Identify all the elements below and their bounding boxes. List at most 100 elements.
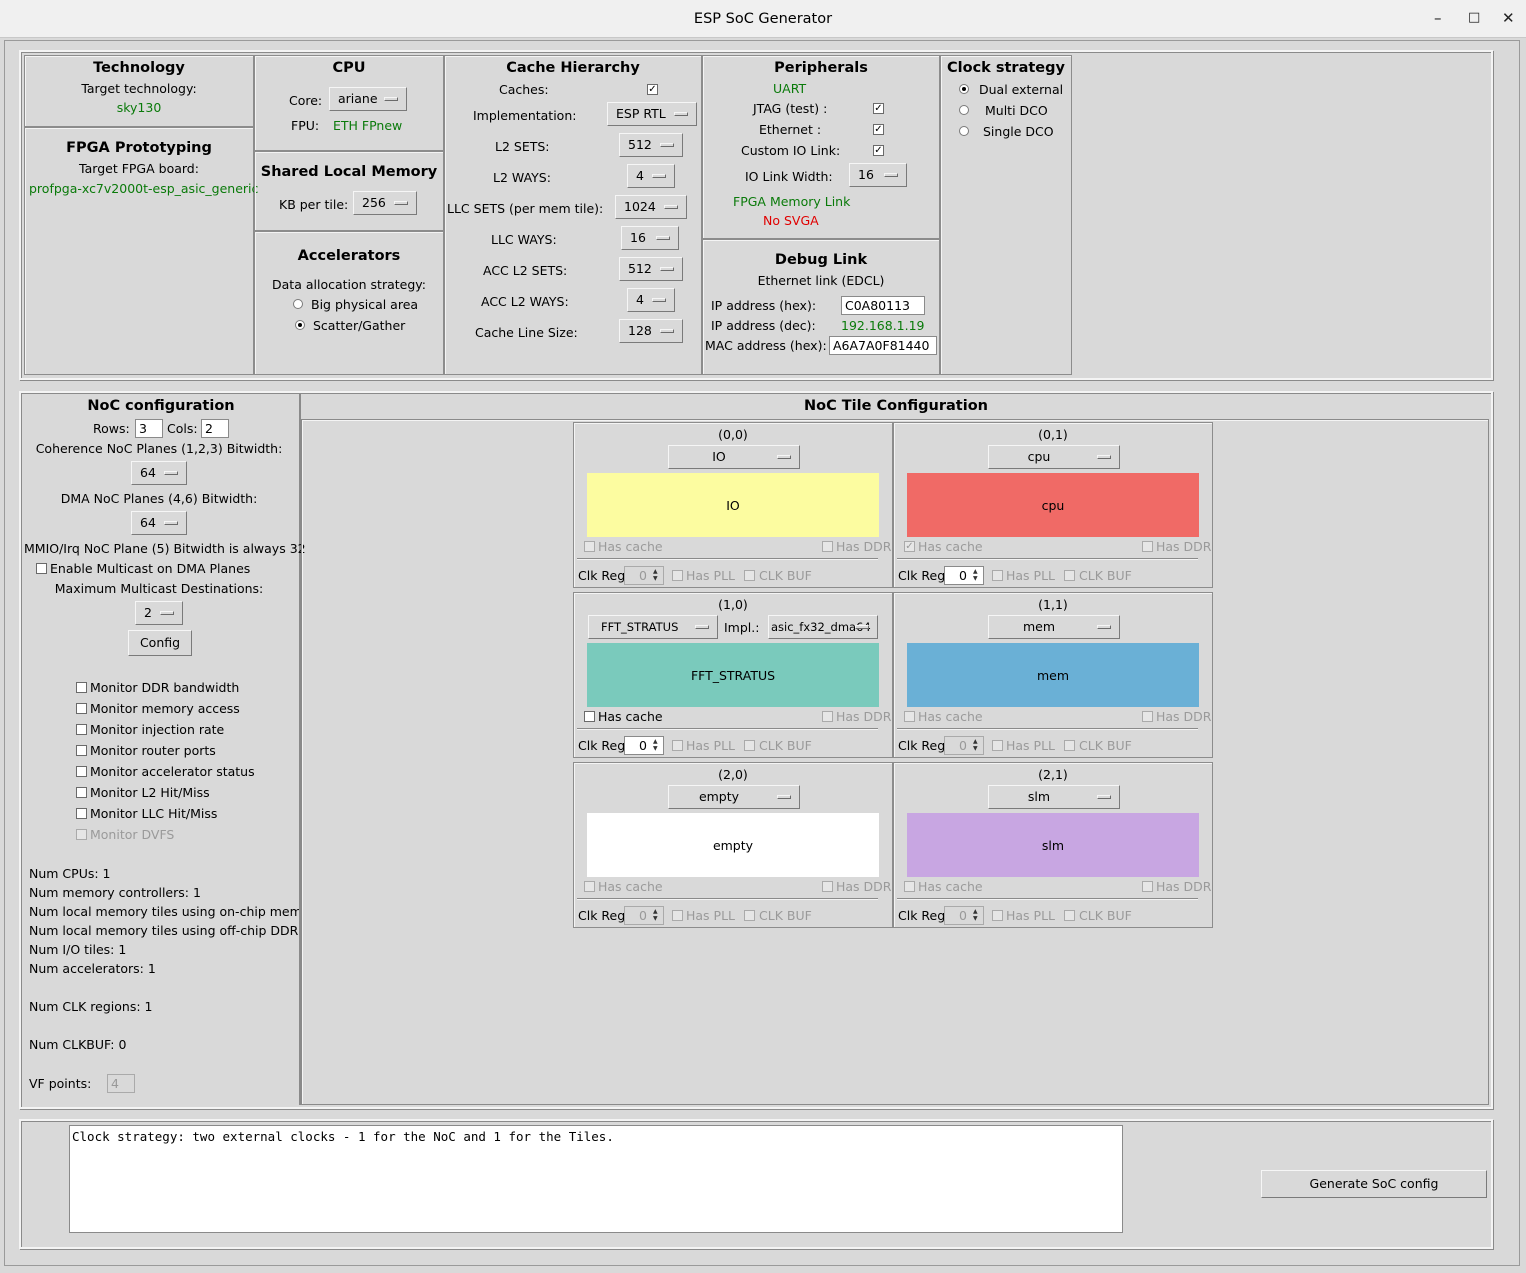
monitor-memory-checkbox[interactable]: [76, 703, 87, 714]
coherence-bitwidth-value: 64: [140, 465, 156, 480]
dropdown-indicator-icon: [660, 143, 674, 147]
single-dco-radio[interactable]: [959, 126, 969, 136]
caches-checkbox[interactable]: ✓: [647, 84, 658, 95]
num-io-tiles: Num I/O tiles: 1: [29, 942, 127, 957]
has-cache-checkbox[interactable]: [584, 711, 595, 722]
has-ddr-label: Has DDR: [836, 879, 892, 894]
has-pll-checkbox: [672, 570, 683, 581]
clk-reg-label: Clk Reg: [578, 908, 626, 923]
ip-dec-value: 192.168.1.19: [841, 318, 925, 333]
has-pll-checkbox: [992, 570, 1003, 581]
tile-separator: [577, 898, 878, 900]
window-title: ESP SoC Generator: [693, 10, 833, 27]
single-dco-label: Single DCO: [983, 124, 1054, 139]
tile-type-dropdown[interactable]: slm: [988, 785, 1120, 809]
l2-sets-dropdown[interactable]: 512: [619, 133, 683, 157]
implementation-dropdown[interactable]: ESP RTL: [607, 102, 697, 126]
dropdown-indicator-icon: [384, 97, 398, 101]
dropdown-indicator-icon: [394, 201, 408, 205]
monitor-ddr-checkbox[interactable]: [76, 682, 87, 693]
maximize-icon[interactable]: □: [1468, 10, 1480, 25]
cols-input[interactable]: 2: [201, 419, 229, 438]
acc-l2-ways-dropdown[interactable]: 4: [627, 288, 675, 312]
kb-per-tile-dropdown[interactable]: 256: [353, 191, 417, 215]
enable-multicast-checkbox[interactable]: [36, 563, 47, 574]
clk-reg-label: Clk Reg: [898, 568, 946, 583]
llc-sets-label: LLC SETS (per mem tile):: [447, 201, 604, 216]
tile-coord: (2,0): [718, 767, 748, 782]
jtag-checkbox[interactable]: ✓: [873, 103, 884, 114]
accelerators-title: Accelerators: [297, 248, 401, 264]
acc-l2-sets-dropdown[interactable]: 512: [619, 257, 683, 281]
monitor-accelerator-label: Monitor accelerator status: [90, 764, 255, 779]
dropdown-indicator-icon: [695, 625, 709, 629]
clk-reg-spinner[interactable]: 0 ▲ ▼: [624, 736, 664, 755]
dropdown-indicator-icon: [160, 611, 174, 615]
dropdown-indicator-icon: [1097, 625, 1111, 629]
config-button[interactable]: Config: [128, 630, 192, 656]
tile-type-value: empty: [698, 789, 740, 804]
spinner-arrows-icon[interactable]: ▲ ▼: [973, 568, 982, 582]
big-physical-area-radio[interactable]: [293, 299, 303, 309]
io-link-width-dropdown[interactable]: 16: [849, 163, 907, 187]
target-technology-label: Target technology:: [81, 81, 197, 96]
llc-ways-dropdown[interactable]: 16: [621, 226, 679, 250]
num-mem-controllers: Num memory controllers: 1: [29, 885, 201, 900]
log-textarea[interactable]: Clock strategy: two external clocks - 1 …: [69, 1125, 1123, 1233]
monitor-injection-checkbox[interactable]: [76, 724, 87, 735]
fpu-value: ETH FPnew: [333, 118, 403, 133]
ethernet-checkbox[interactable]: ✓: [873, 124, 884, 135]
tile-type-dropdown[interactable]: empty: [668, 785, 800, 809]
has-pll-label: Has PLL: [1006, 738, 1056, 753]
tile-type-dropdown[interactable]: IO: [668, 445, 800, 469]
monitor-l2-checkbox[interactable]: [76, 787, 87, 798]
big-physical-area-label: Big physical area: [311, 297, 419, 312]
clk-reg-value: 0: [959, 908, 967, 923]
impl-dropdown[interactable]: asic_fx32_dma64: [768, 615, 878, 639]
max-multicast-dropdown[interactable]: 2: [135, 601, 183, 625]
generate-soc-config-button[interactable]: Generate SoC config: [1261, 1170, 1487, 1198]
monitor-router-checkbox[interactable]: [76, 745, 87, 756]
spinner-arrows-icon[interactable]: ▲ ▼: [653, 738, 662, 752]
close-icon[interactable]: ✕: [1502, 9, 1515, 27]
tile-coord: (0,1): [1038, 427, 1068, 442]
clk-reg-spinner[interactable]: 0 ▲ ▼: [944, 566, 984, 585]
coherence-bitwidth-dropdown[interactable]: 64: [131, 461, 187, 485]
dma-bitwidth-dropdown[interactable]: 64: [131, 511, 187, 535]
tile-type-dropdown[interactable]: mem: [988, 615, 1120, 639]
mac-hex-input[interactable]: A6A7A0F81440: [829, 336, 937, 355]
tile-type-dropdown[interactable]: FFT_STRATUS: [588, 615, 718, 639]
clk-reg-value: 0: [959, 738, 967, 753]
has-ddr-checkbox: [1142, 881, 1153, 892]
monitor-accelerator-checkbox[interactable]: [76, 766, 87, 777]
core-dropdown[interactable]: ariane: [329, 87, 407, 111]
clk-buf-checkbox: [744, 910, 755, 921]
l2-ways-dropdown[interactable]: 4: [627, 164, 675, 188]
ip-hex-input[interactable]: C0A80113: [841, 296, 925, 315]
has-cache-label: Has cache: [918, 709, 983, 724]
tile-type-value: FFT_STRATUS: [601, 620, 679, 634]
has-ddr-checkbox: [822, 541, 833, 552]
custom-io-link-checkbox[interactable]: ✓: [873, 145, 884, 156]
scatter-gather-radio[interactable]: [295, 320, 305, 330]
has-cache-label: Has cache: [598, 879, 663, 894]
technology-section: Technology Target technology: sky130: [24, 55, 254, 127]
cache-line-size-dropdown[interactable]: 128: [619, 319, 683, 343]
fpu-label: FPU:: [291, 118, 320, 133]
tile-type-dropdown[interactable]: cpu: [988, 445, 1120, 469]
max-multicast-label: Maximum Multicast Destinations:: [54, 581, 264, 596]
multi-dco-radio[interactable]: [959, 105, 969, 115]
monitor-llc-checkbox[interactable]: [76, 808, 87, 819]
has-ddr-label: Has DDR: [1156, 709, 1212, 724]
minimize-icon[interactable]: –: [1434, 9, 1442, 27]
tile-preview: FFT_STRATUS: [587, 643, 879, 707]
has-cache-checkbox: ✓: [904, 541, 915, 552]
stats-area: Num CPUs: 1 Num memory controllers: 1 Nu…: [29, 859, 299, 1099]
has-cache-label: Has cache: [598, 709, 663, 724]
llc-sets-dropdown[interactable]: 1024: [615, 195, 687, 219]
has-cache-label: Has cache: [598, 539, 663, 554]
rows-input[interactable]: 3: [135, 419, 163, 438]
dual-external-radio[interactable]: [959, 84, 969, 94]
kb-per-tile-label: KB per tile:: [279, 197, 349, 212]
cache-section: Cache Hierarchy Caches: ✓ Implementation…: [444, 55, 702, 375]
